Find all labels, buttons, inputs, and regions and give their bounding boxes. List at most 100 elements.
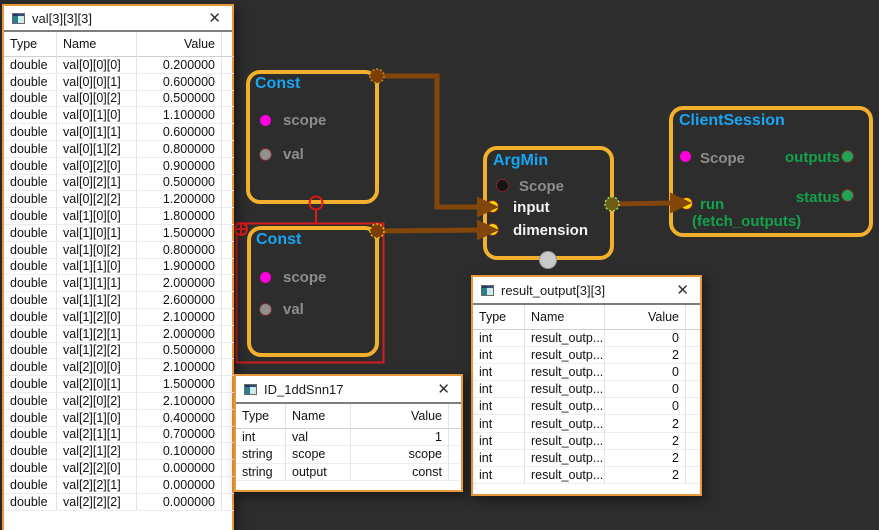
window-title: ID_1ddSnn17 — [264, 382, 427, 397]
table-cell: double — [4, 292, 57, 309]
table-icon — [12, 13, 25, 24]
table-cell: 2.100000 — [137, 309, 222, 326]
column-header: Name — [57, 32, 137, 57]
table-cell: double — [4, 191, 57, 208]
table-cell: int — [473, 467, 525, 484]
table-cell: val[1][2][1] — [57, 326, 137, 343]
close-button[interactable]: ✕ — [205, 10, 224, 27]
table-cell: val[0][0][0] — [57, 57, 137, 74]
node-title: ClientSession — [679, 112, 785, 130]
data-table: TypeNameValueintval1stringscopescopestri… — [236, 404, 461, 490]
table-cell — [686, 347, 700, 364]
table-cell: 1.500000 — [137, 225, 222, 242]
port-scope-dot[interactable] — [260, 115, 271, 126]
table-cell — [686, 364, 700, 381]
node-title: Const — [256, 231, 301, 249]
port-val-dot[interactable] — [260, 149, 271, 160]
table-cell: double — [4, 326, 57, 343]
table-cell: scope — [286, 446, 351, 463]
window-titlebar[interactable]: val[3][3][3] ✕ — [4, 6, 232, 32]
table-cell: result_outp... — [525, 398, 605, 415]
port-status-dot[interactable] — [842, 190, 853, 201]
table-cell: val[0][2][2] — [57, 191, 137, 208]
table-cell: 2 — [605, 467, 686, 484]
table-cell: 1.800000 — [137, 208, 222, 225]
port-run-dot[interactable] — [681, 198, 692, 209]
table-cell: val[0][2][1] — [57, 175, 137, 192]
port-dimension-dot[interactable] — [487, 224, 498, 235]
port-input-dot[interactable] — [487, 201, 498, 212]
table-cell: double — [4, 107, 57, 124]
column-header: Value — [605, 305, 686, 330]
close-button[interactable]: ✕ — [673, 282, 692, 299]
node-clientsession[interactable]: ClientSession Scope outputs status run (… — [669, 106, 873, 237]
table-cell: val[1][0][2] — [57, 242, 137, 259]
table-cell: result_outp... — [525, 364, 605, 381]
table-cell: val — [286, 429, 351, 446]
table-cell: 0.900000 — [137, 158, 222, 175]
port-dimension-label: dimension — [513, 222, 588, 239]
table-cell: 1.900000 — [137, 259, 222, 276]
table-cell: val[0][1][0] — [57, 107, 137, 124]
port-scope-dot[interactable] — [680, 151, 691, 162]
table-cell: double — [4, 309, 57, 326]
wire-const1-to-input — [377, 76, 480, 207]
table-cell: 0.800000 — [137, 242, 222, 259]
table-cell: val[1][1][2] — [57, 292, 137, 309]
table-cell: val[1][1][1] — [57, 275, 137, 292]
node-argmin[interactable]: ArgMin Scope input dimension — [483, 146, 614, 260]
table-cell — [449, 464, 461, 481]
table-cell: 2 — [605, 347, 686, 364]
port-outputs-dot[interactable] — [842, 151, 853, 162]
window-title: val[3][3][3] — [32, 11, 198, 26]
table-cell: 0.800000 — [137, 141, 222, 158]
port-scope-dot[interactable] — [497, 180, 508, 191]
node-title: ArgMin — [493, 152, 548, 170]
table-cell — [686, 381, 700, 398]
table-cell — [222, 410, 234, 427]
table-cell: string — [236, 446, 286, 463]
table-cell: 0 — [605, 398, 686, 415]
table-cell: result_outp... — [525, 330, 605, 347]
node-const-2[interactable]: Const scope val — [247, 226, 379, 357]
table-cell: int — [473, 347, 525, 364]
close-button[interactable]: ✕ — [434, 381, 453, 398]
table-cell — [222, 460, 234, 477]
table-cell: int — [473, 415, 525, 432]
table-cell — [222, 292, 234, 309]
port-outputs-label: outputs — [785, 149, 840, 166]
window-titlebar[interactable]: result_output[3][3] ✕ — [473, 277, 700, 305]
table-cell — [222, 158, 234, 175]
table-cell: int — [473, 433, 525, 450]
selection-crosshair-icon — [234, 222, 248, 236]
window-title: result_output[3][3] — [501, 283, 666, 298]
table-cell: double — [4, 393, 57, 410]
table-cell: string — [236, 464, 286, 481]
table-cell: 0.000000 — [137, 460, 222, 477]
port-val-dot[interactable] — [260, 304, 271, 315]
table-cell — [686, 450, 700, 467]
table-cell: val[2][0][2] — [57, 393, 137, 410]
table-cell — [222, 443, 234, 460]
table-cell: double — [4, 460, 57, 477]
table-cell — [222, 376, 234, 393]
table-cell: double — [4, 225, 57, 242]
port-status-label: status — [796, 189, 840, 206]
table-cell: 1.200000 — [137, 191, 222, 208]
table-cell: val[1][2][2] — [57, 343, 137, 360]
table-cell: double — [4, 124, 57, 141]
table-cell: 0.200000 — [137, 57, 222, 74]
node-const-1[interactable]: Const scope val — [246, 70, 379, 204]
table-cell — [449, 446, 461, 463]
table-cell: int — [236, 429, 286, 446]
table-cell: 2.000000 — [137, 326, 222, 343]
table-cell: 2.000000 — [137, 275, 222, 292]
table-cell: double — [4, 141, 57, 158]
port-scope-dot[interactable] — [260, 272, 271, 283]
table-cell: val[1][2][0] — [57, 309, 137, 326]
window-result-table: result_output[3][3] ✕ TypeNameValueintre… — [471, 275, 702, 496]
table-cell — [222, 141, 234, 158]
node-editor-canvas: { "ui": { "close_glyph": "✕" }, "colors"… — [0, 0, 879, 530]
table-cell: 0.500000 — [137, 175, 222, 192]
window-titlebar[interactable]: ID_1ddSnn17 ✕ — [236, 376, 461, 404]
